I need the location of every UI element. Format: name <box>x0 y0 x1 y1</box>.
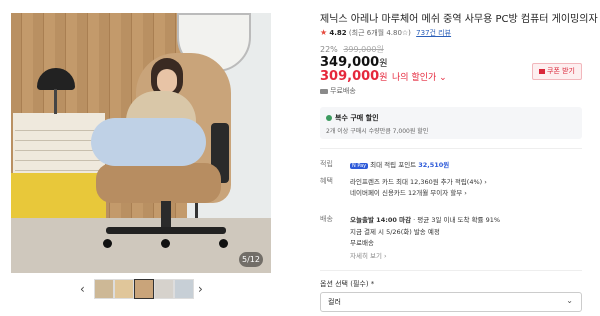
option-select-value: 컬러 <box>328 298 341 306</box>
reviews-link[interactable]: 737건 리뷰 <box>416 29 451 37</box>
coupon-icon <box>539 68 545 74</box>
discount-percent: 22% <box>320 45 338 54</box>
star-icon: ★ <box>320 28 328 37</box>
chair-column <box>161 201 171 229</box>
thumbnail-strip: ‹ › <box>80 279 210 301</box>
thumb-prev-arrow-icon[interactable]: ‹ <box>80 282 85 296</box>
free-shipping-tag: 무료배송 <box>320 86 356 96</box>
delivery-label: 배송 <box>320 215 333 223</box>
chair-wheel <box>161 239 170 248</box>
product-main-image[interactable]: 5/12 <box>11 13 271 273</box>
thumbnail[interactable] <box>174 279 194 299</box>
thumbnail-selected[interactable] <box>134 279 154 299</box>
bundle-desc: 2개 이상 구매시 수량만큼 7,000원 할인 <box>326 128 429 135</box>
points-label: 적립 <box>320 160 333 168</box>
person-legs <box>91 118 206 166</box>
rating-row: ★ 4.82 (최근 6개월 4.80☆) 737건 리뷰 <box>320 28 451 38</box>
points-value[interactable]: N Pay 최대 적립 포인트 32,510원 <box>350 159 449 169</box>
npay-badge: N Pay <box>350 163 369 169</box>
delivery-today: 오늘출발 14:00 마감 · 평균 3일 이내 도착 확률 91% <box>350 216 501 224</box>
delivery-detail-link[interactable]: 자세히 보기 › <box>350 250 387 260</box>
chair-seat <box>96 163 221 203</box>
rating-detail: (최근 6개월 4.80☆) <box>348 29 411 37</box>
option-label: 옵션 선택 (필수) * <box>320 280 375 288</box>
coupon-button[interactable]: 쿠폰 받기 <box>532 63 582 80</box>
product-title: 제닉스 아레나 마루체어 메쉬 중역 사무용 PC방 컴퓨터 게이밍의자 <box>320 14 598 25</box>
person-face <box>157 69 177 93</box>
original-price: 399,000원 <box>343 45 384 54</box>
image-counter: 5/12 <box>239 252 263 267</box>
truck-icon <box>320 88 328 94</box>
thumb-next-arrow-icon[interactable]: › <box>198 282 203 296</box>
thumbnail[interactable] <box>114 279 134 299</box>
my-discount-price[interactable]: 309,000원 나의 할인가 ⌄ <box>320 69 447 84</box>
chevron-down-icon: ⌄ <box>566 296 573 305</box>
thumbnail[interactable] <box>154 279 174 299</box>
chair-wheel <box>103 239 112 248</box>
my-price-label[interactable]: 나의 할인가 ⌄ <box>392 73 447 83</box>
rating-score: 4.82 <box>329 29 347 37</box>
color-option-select[interactable]: 컬러 ⌄ <box>320 292 582 312</box>
divider <box>320 148 582 149</box>
benefit-installment-link[interactable]: 네이버페이 신용카드 12개월 무이자 할부 › <box>350 187 467 197</box>
thumbnail[interactable] <box>94 279 114 299</box>
image-yellow-cabinet <box>11 173 106 218</box>
delivery-fee: 무료배송 <box>350 239 374 247</box>
delivery-schedule: 지금 결제 시 5/26(화) 발송 예정 <box>350 228 440 236</box>
discount-icon <box>326 115 332 121</box>
benefit-card-link[interactable]: 라인프렌즈 카드 최대 12,360원 추가 적립(4%) › <box>350 176 487 186</box>
bundle-discount-box: 복수 구매 할인 2개 이상 구매시 수량만큼 7,000원 할인 <box>320 107 582 139</box>
chair-wheel <box>219 239 228 248</box>
chair-base <box>106 227 226 234</box>
benefit-label: 혜택 <box>320 177 333 185</box>
divider <box>320 270 582 271</box>
bundle-title: 복수 구매 할인 <box>326 113 379 123</box>
sale-price: 349,000원 <box>320 55 388 70</box>
discount-row: 22% 399,000원 <box>320 44 384 55</box>
